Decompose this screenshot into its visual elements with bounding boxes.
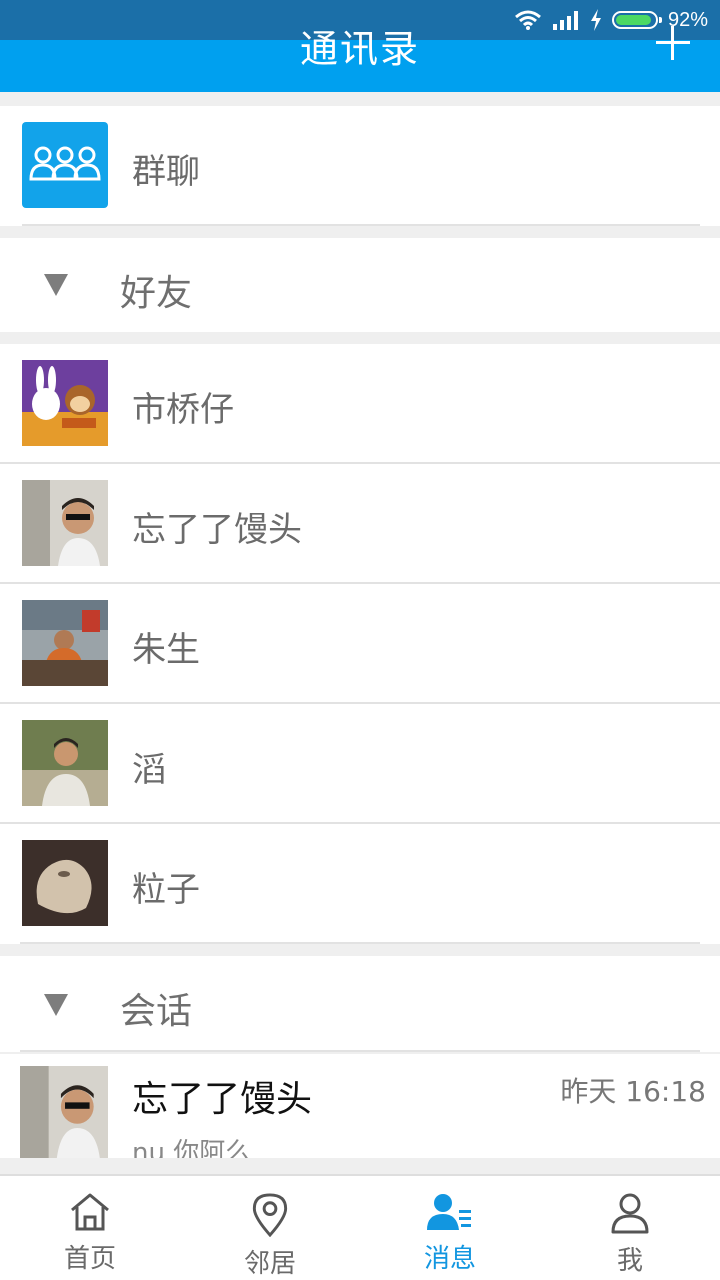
cartoon-rabbit-monkey-avatar [22, 360, 108, 446]
divider [20, 1050, 700, 1052]
user-icon [611, 1193, 649, 1234]
friend-name: 粒子 [132, 870, 200, 910]
collapse-arrow-icon [44, 994, 68, 1016]
tab-me[interactable]: 我 [540, 1176, 720, 1280]
friend-item[interactable]: 忘了了馒头 [0, 464, 720, 582]
conversation-name: 忘了了馒头 [132, 1079, 313, 1120]
friend-item[interactable]: 粒子 [0, 824, 720, 944]
tab-label: 邻居 [243, 1249, 296, 1279]
friend-name: 滔 [132, 750, 166, 790]
tab-label: 我 [616, 1246, 643, 1276]
tab-label: 消息 [423, 1244, 476, 1274]
man-sunglasses-photo [22, 480, 108, 566]
conversation-time: 昨天 16:18 [560, 1075, 706, 1108]
group-chat-label: 群聊 [132, 152, 200, 192]
man-sunglasses-photo [20, 1066, 108, 1158]
friends-section-header[interactable]: 好友 [0, 238, 720, 332]
group-chat-row[interactable]: 群聊 [0, 106, 720, 226]
tab-messages[interactable]: 消息 [360, 1176, 540, 1280]
conversations-section-header[interactable]: 会话 [0, 956, 720, 1052]
friend-name: 市桥仔 [132, 390, 234, 430]
friend-item[interactable]: 朱生 [0, 584, 720, 702]
divider [22, 224, 700, 226]
add-icon[interactable] [656, 26, 690, 60]
conversations-section-label: 会话 [120, 991, 193, 1032]
bottom-tab-bar: 首页 邻居 消息 我 [0, 1174, 720, 1280]
conversation-preview: nu 你阿么 [132, 1138, 252, 1158]
collapse-arrow-icon [44, 274, 68, 296]
friend-name: 忘了了馒头 [132, 510, 302, 550]
friend-name: 朱生 [132, 630, 200, 670]
tab-home[interactable]: 首页 [0, 1176, 180, 1280]
man-outdoor-photo [22, 720, 108, 806]
tab-neighbors[interactable]: 邻居 [180, 1176, 360, 1280]
man-at-desk-photo [22, 600, 108, 686]
friends-section-label: 好友 [120, 273, 193, 314]
home-icon [71, 1193, 109, 1231]
stone-object-photo [22, 840, 108, 926]
friend-item[interactable]: 市桥仔 [0, 344, 720, 462]
group-icon [22, 122, 108, 208]
friend-item[interactable]: 滔 [0, 704, 720, 822]
divider [20, 942, 700, 944]
conversation-item[interactable]: 忘了了馒头 昨天 16:18 nu 你阿么 [0, 1054, 720, 1158]
page-title: 通讯录 [299, 27, 420, 71]
location-pin-icon [252, 1193, 288, 1237]
tab-label: 首页 [63, 1244, 116, 1274]
title-bar: 通讯录 [0, 26, 720, 92]
contacts-icon [427, 1194, 471, 1230]
